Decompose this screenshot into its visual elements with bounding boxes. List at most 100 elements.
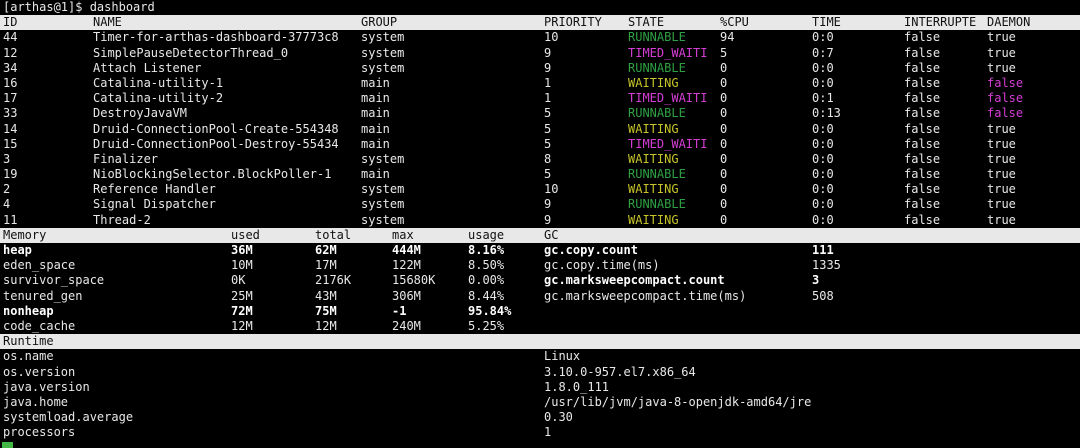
thread-interrupted: false (904, 212, 941, 227)
thread-cpu: 0 (720, 197, 728, 212)
thread-row[interactable]: 16 Catalina-utility-1 main 1 WAITING 0 0:0 fals… (0, 76, 1080, 91)
thread-cpu: 5 (720, 45, 728, 60)
thread-interrupted: false (904, 151, 941, 166)
thread-state: WAITING (628, 121, 679, 136)
memory-pool-name: heap (3, 243, 32, 257)
gc-metric-value: 3 (812, 273, 820, 288)
thread-interrupted: false (904, 91, 941, 106)
thread-name: DestroyJavaVM (93, 106, 187, 121)
thread-interrupted: false (904, 182, 941, 197)
memory-used: 12M (231, 318, 253, 333)
thread-row[interactable]: 12 SimplePauseDetectorThread_0 system 9 TIME… (0, 46, 1080, 61)
runtime-row: os.name Linux (0, 349, 1080, 364)
runtime-value: 0.30 (544, 410, 573, 425)
thread-state: WAITING (628, 212, 679, 227)
memory-total: 43M (315, 288, 337, 303)
runtime-value: 3.10.0-957.el7.x86_64 (544, 364, 696, 379)
col-priority: PRIORITY (544, 15, 602, 30)
thread-priority: 5 (544, 136, 552, 151)
terminal-window[interactable]: [arthas@1]$ dashboard ID NAME GROUP PRIO… (0, 0, 1080, 448)
thread-time: 0:1 (812, 91, 834, 106)
thread-daemon: true (987, 212, 1016, 227)
thread-name: Signal Dispatcher (93, 197, 216, 212)
thread-group: system (361, 151, 405, 166)
thread-interrupted: false (904, 45, 941, 60)
thread-row[interactable]: 4 Signal Dispatcher system 9 RUNNABLE 0 0:0 fal… (0, 197, 1080, 212)
memory-max: 444M (392, 243, 421, 257)
memory-total: 2176K (315, 273, 352, 288)
thread-table-header: ID NAME GROUP PRIORITY STATE %CPU TIME I… (0, 15, 1080, 31)
thread-time: 0:0 (812, 212, 834, 227)
thread-cpu: 0 (720, 212, 728, 227)
memory-row: code_cache 12M 12M 240M 5.25% (0, 319, 1080, 334)
memory-row: eden_space 10M 17M 122M 8.50% gc.copy.time(ms… (0, 258, 1080, 273)
thread-cpu: 0 (720, 91, 728, 106)
prompt-line: [arthas@1]$ dashboard (0, 0, 1080, 15)
thread-name: Reference Handler (93, 182, 216, 197)
thread-interrupted: false (904, 106, 941, 121)
col-interrupted: INTERRUPTE (904, 15, 977, 30)
thread-row[interactable]: 15 Druid-ConnectionPool-Destroy-55434 main… (0, 137, 1080, 152)
prompt-text: [arthas@1]$ dashboard (3, 0, 155, 14)
thread-priority: 5 (544, 121, 552, 136)
thread-priority: 9 (544, 60, 552, 75)
thread-id: 4 (3, 197, 11, 212)
memory-total: 62M (315, 243, 337, 257)
thread-time: 0:0 (812, 60, 834, 75)
terminal-cursor (2, 442, 13, 448)
thread-row[interactable]: 33 DestroyJavaVM main 5 RUNNABLE 0 0:13 false fa… (0, 106, 1080, 121)
thread-group: system (361, 212, 405, 227)
runtime-row: os.version 3.10.0-957.el7.x86_64 (0, 365, 1080, 380)
col-id: ID (3, 15, 18, 30)
thread-group: system (361, 60, 405, 75)
thread-interrupted: false (904, 75, 941, 90)
thread-time: 0:0 (812, 167, 834, 182)
thread-row[interactable]: 11 Thread-2 system 9 WAITING 0 0:0 false true (0, 213, 1080, 228)
memory-max: 122M (392, 258, 421, 273)
thread-name: Druid-ConnectionPool-Destroy-55434 (93, 136, 339, 151)
thread-interrupted: false (904, 136, 941, 151)
thread-row[interactable]: 17 Catalina-utility-2 main 1 TIMED_WAITI 0 0:1… (0, 91, 1080, 106)
memory-gc-header: Memory used total max usage GC (0, 227, 1080, 243)
thread-row[interactable]: 19 NioBlockingSelector.BlockPoller-1 main 5… (0, 167, 1080, 182)
runtime-key: os.name (3, 349, 54, 364)
thread-group: main (361, 121, 390, 136)
memory-used: 25M (231, 288, 253, 303)
thread-row[interactable]: 14 Druid-ConnectionPool-Create-554348 main… (0, 122, 1080, 137)
thread-interrupted: false (904, 30, 941, 45)
thread-name: Thread-2 (93, 212, 151, 227)
runtime-row: systemload.average 0.30 (0, 410, 1080, 425)
memory-usage: 8.44% (468, 288, 505, 303)
thread-group: main (361, 167, 390, 182)
thread-row[interactable]: 44 Timer-for-arthas-dashboard-37773c8 syst… (0, 30, 1080, 45)
thread-interrupted: false (904, 60, 941, 75)
col-time: TIME (812, 15, 841, 30)
thread-group: main (361, 136, 390, 151)
thread-cpu: 0 (720, 167, 728, 182)
thread-state: RUNNABLE (628, 167, 686, 182)
thread-group: system (361, 182, 405, 197)
thread-state: TIMED_WAITI (628, 136, 708, 151)
thread-name: Finalizer (93, 151, 159, 166)
memory-usage: 0.00% (468, 273, 505, 288)
runtime-value: 1.8.0_111 (544, 379, 610, 394)
thread-priority: 10 (544, 30, 559, 45)
thread-id: 34 (3, 60, 18, 75)
memory-max: -1 (392, 303, 407, 318)
memory-used: 36M (231, 243, 253, 257)
thread-id: 12 (3, 45, 18, 60)
memory-max: 240M (392, 318, 421, 333)
thread-row[interactable]: 2 Reference Handler system 10 WAITING 0 0:0 fal… (0, 182, 1080, 197)
thread-daemon: true (987, 151, 1016, 166)
thread-state: RUNNABLE (628, 30, 686, 45)
col-daemon: DAEMON (987, 15, 1031, 30)
thread-id: 3 (3, 151, 11, 166)
memory-used: 10M (231, 258, 253, 273)
gc-metric-name: gc.copy.count (544, 243, 638, 257)
thread-row[interactable]: 3 Finalizer system 8 WAITING 0 0:0 false true (0, 152, 1080, 167)
memory-total: 12M (315, 318, 337, 333)
col-state: STATE (628, 15, 665, 30)
thread-interrupted: false (904, 121, 941, 136)
runtime-row: java.home/usr/lib/jvm/java-8-openjdk-amd… (0, 395, 1080, 410)
thread-row[interactable]: 34 Attach Listener system 9 RUNNABLE 0 0:0 fals… (0, 61, 1080, 76)
